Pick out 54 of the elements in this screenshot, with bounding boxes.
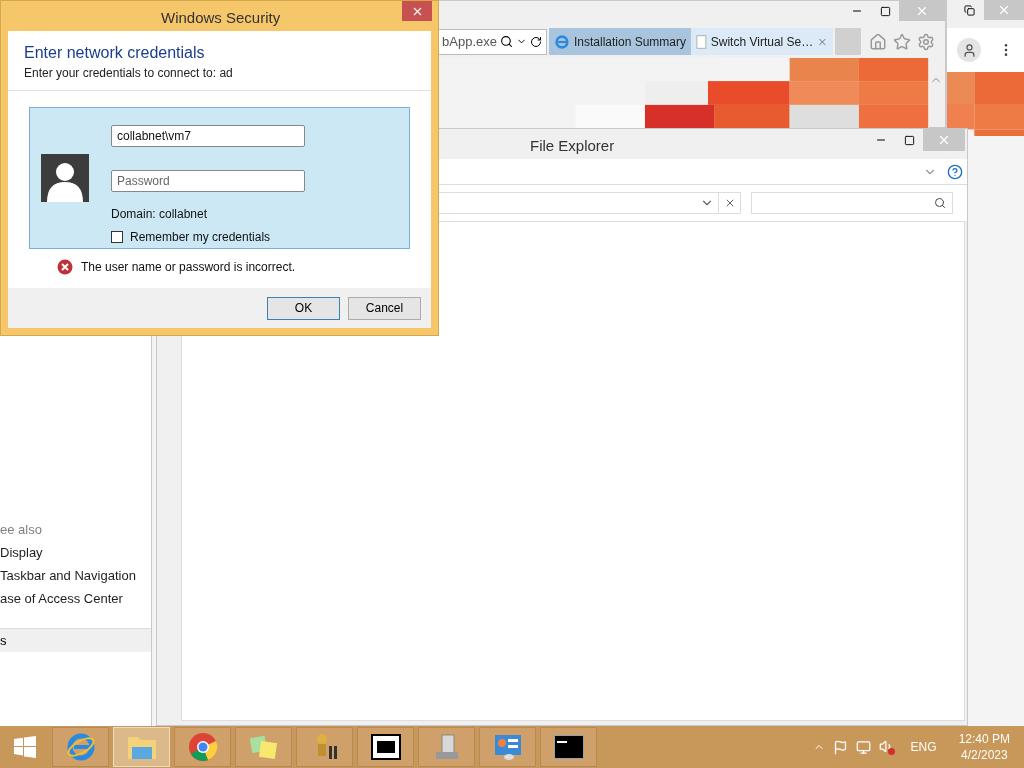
taskbar-app[interactable] <box>540 727 597 767</box>
restore-icon <box>963 4 975 16</box>
close-icon <box>997 3 1011 17</box>
remember-label: Remember my credentials <box>130 229 271 246</box>
search-icon <box>934 197 946 209</box>
taskbar-app[interactable] <box>296 727 353 767</box>
taskbar-app[interactable] <box>357 727 414 767</box>
footer-text: s <box>0 631 7 650</box>
user-avatar-icon <box>41 154 89 202</box>
e-logo-icon <box>554 33 570 50</box>
address-text: bApp.exe <box>442 32 497 51</box>
username-field[interactable]: collabnet\vm7 <box>111 125 305 147</box>
refresh-icon[interactable] <box>530 35 542 48</box>
archive-app-icon <box>370 734 401 760</box>
dialog-button[interactable]: Cancel <box>348 296 421 320</box>
section-heading: ee also <box>0 521 43 539</box>
maximize-icon <box>903 134 915 146</box>
page-icon <box>696 33 707 50</box>
flag-icon[interactable] <box>832 739 848 755</box>
password-field[interactable]: Password <box>111 170 305 192</box>
settings-icon[interactable] <box>917 32 935 51</box>
network-icon[interactable] <box>855 739 871 755</box>
related-link[interactable]: Display <box>0 541 151 564</box>
help-icon[interactable] <box>947 163 963 180</box>
close-button[interactable] <box>402 1 432 21</box>
volume-muted-icon[interactable] <box>878 739 895 755</box>
remember-checkbox[interactable] <box>111 231 123 243</box>
maximize-icon <box>879 5 891 17</box>
browser-tab[interactable]: Switch Virtual Se… <box>691 28 833 55</box>
dialog-heading: Enter network credentials <box>24 43 206 63</box>
error-message: The user name or password is incorrect. <box>81 259 296 276</box>
search-icon[interactable] <box>500 35 513 48</box>
dialog-button[interactable]: OK <box>267 296 340 320</box>
e-logo-icon <box>65 732 96 762</box>
error-icon <box>57 259 73 275</box>
terminal-icon <box>553 735 584 759</box>
window-title: File Explorer <box>530 136 615 156</box>
close-icon <box>915 4 929 18</box>
star-icon[interactable] <box>893 32 911 51</box>
chrome-logo-icon <box>187 732 218 762</box>
domain-label: Domain: collabnet <box>111 206 209 223</box>
close-icon <box>937 133 951 147</box>
dialog-subheading: Enter your credentials to connect to: ad <box>24 65 234 82</box>
windows-logo-icon <box>13 735 37 759</box>
sticky-notes-icon <box>247 733 280 761</box>
address-bar[interactable]: bApp.exe <box>437 28 547 55</box>
related-link[interactable]: ase of Access Center <box>0 587 151 610</box>
control-panel-icon <box>492 733 523 761</box>
search-field[interactable] <box>751 192 953 214</box>
profile-avatar[interactable] <box>957 38 981 62</box>
browser-tab[interactable]: Installation Summary <box>549 28 691 55</box>
home-icon[interactable] <box>869 32 887 51</box>
dialog-title: Windows Security <box>161 8 281 28</box>
related-link[interactable]: Taskbar and Navigation <box>0 564 151 587</box>
